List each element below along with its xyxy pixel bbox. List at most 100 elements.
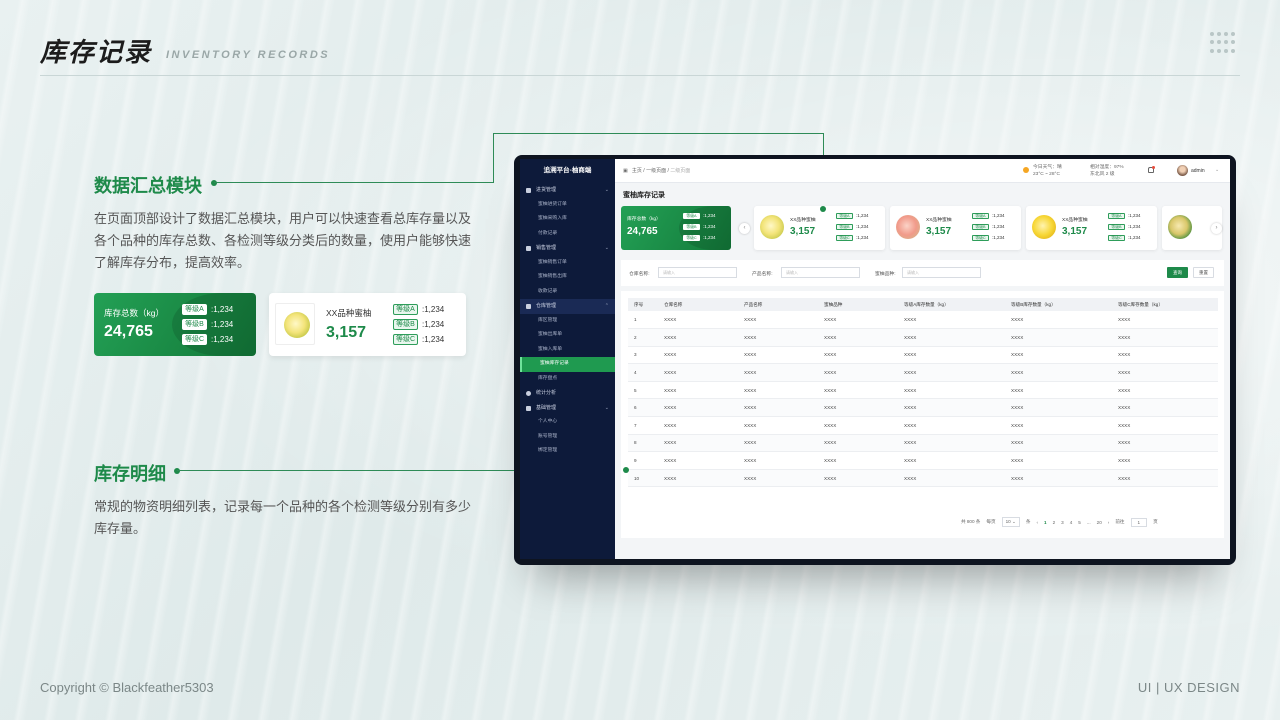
table-cell: XXXX: [818, 434, 898, 453]
product-input[interactable]: 请输入: [781, 267, 860, 278]
page-size-select[interactable]: 10 ⌄: [1001, 517, 1020, 527]
table-row[interactable]: 6 XXXX XXXX XXXX XXXX XXXX XXXX: [628, 398, 1218, 418]
table-cell: 4: [628, 363, 658, 382]
table-cell: XXXX: [898, 451, 1005, 470]
sun-icon: [1023, 167, 1029, 173]
query-button[interactable]: 查询: [1167, 267, 1188, 278]
sidebar-item[interactable]: 收款记录: [520, 285, 615, 300]
sidebar-item[interactable]: 付款记录: [520, 227, 615, 242]
summary-connector: [214, 182, 493, 183]
sidebar-item[interactable]: 蜜柚出库单: [520, 328, 615, 343]
grade-a-tag: 等级A: [182, 304, 207, 315]
table-row[interactable]: 1 XXXX XXXX XXXX XXXX XXXX XXXX: [628, 311, 1218, 330]
copyright: Copyright © Blackfeather5303: [40, 680, 214, 695]
chevron-down-icon[interactable]: ⌄: [1215, 167, 1219, 173]
pagination: 共 800 条 每页 10 ⌄ 条 ‹ 1 2 3 4 5 ... 20 › 前…: [961, 517, 1164, 527]
table-row[interactable]: 9 XXXX XXXX XXXX XXXX XXXX XXXX: [628, 451, 1218, 470]
table-cell: XXXX: [818, 363, 898, 382]
sidebar-group-purchase[interactable]: 进货管理 ⌄: [520, 183, 615, 198]
sales-icon: [526, 246, 531, 251]
sidebar-item[interactable]: 蜜柚进货订单: [520, 198, 615, 213]
goto-page-input[interactable]: 1: [1130, 517, 1148, 527]
page-number[interactable]: 3: [1061, 520, 1064, 525]
table-cell: 8: [628, 434, 658, 453]
summary-anchor-dot: [820, 206, 826, 212]
table-header-row: 序号 仓库名称 产品名称 蜜柚品种 等级A库存数量（kg） 等级B库存数量（kg…: [628, 298, 1218, 311]
table-cell: XXXX: [1005, 311, 1112, 330]
grade-c-value: :1,234: [211, 335, 234, 344]
table-cell: XXXX: [898, 363, 1005, 382]
table-row[interactable]: 10 XXXX XXXX XXXX XXXX XXXX XXXX: [628, 469, 1218, 488]
sidebar-group-sales[interactable]: 销售管理 ⌄: [520, 241, 615, 256]
topbar: ▣ 主页 / 一级页面 / 二级页面 今日天气：晴 23°C ~ 28°C 相对…: [615, 159, 1230, 183]
table-cell: XXXX: [1112, 363, 1218, 382]
mini-product-card: XX品种蜜柚 3,157 等级A :1,234 等级B :1,234 等级C :…: [754, 206, 885, 250]
table-cell: XXXX: [1005, 381, 1112, 400]
user-name[interactable]: admin: [1191, 168, 1205, 174]
table-cell: XXXX: [658, 451, 738, 470]
search-panel: 仓库名称: 请输入 产品名称: 请输入 蜜柚品种: 请输入 查询 重置: [621, 260, 1224, 286]
grade-a-value: :1,234: [422, 305, 445, 314]
table-cell: XXXX: [898, 398, 1005, 418]
reset-button[interactable]: 重置: [1193, 267, 1214, 278]
table-row[interactable]: 4 XXXX XXXX XXXX XXXX XXXX XXXX: [628, 363, 1218, 382]
table-cell: 5: [628, 381, 658, 400]
page-number[interactable]: 2: [1053, 520, 1056, 525]
table-cell: XXXX: [1005, 328, 1112, 347]
sidebar-item-active[interactable]: 蜜柚库存记录: [520, 357, 615, 372]
chevron-left-icon[interactable]: ‹: [739, 223, 750, 234]
prev-page-icon[interactable]: ‹: [1036, 520, 1038, 525]
sidebar-group-stats[interactable]: 统计分析: [520, 386, 615, 401]
variety-input[interactable]: 请输入: [902, 267, 981, 278]
sidebar-item[interactable]: 蜜柚采购入库: [520, 212, 615, 227]
sidebar-item[interactable]: 蜜柚入库单: [520, 343, 615, 358]
sidebar-item[interactable]: 蜜柚销售出库: [520, 270, 615, 285]
sidebar-item[interactable]: 库存盘点: [520, 372, 615, 387]
breadcrumb: ▣ 主页 / 一级页面 / 二级页面: [623, 168, 691, 174]
breadcrumb-item[interactable]: 主页: [632, 168, 642, 174]
table-cell: XXXX: [658, 434, 738, 453]
sidebar-group-warehouse[interactable]: 仓库管理 ⌃: [520, 299, 615, 314]
total-stock-value: 24,765: [104, 323, 153, 340]
table-row[interactable]: 8 XXXX XXXX XXXX XXXX XXXX XXXX: [628, 434, 1218, 453]
next-page-icon[interactable]: ›: [1108, 520, 1110, 525]
table-cell: XXXX: [1005, 469, 1112, 488]
table-cell: 9: [628, 451, 658, 470]
grade-c-tag: 等级C: [182, 334, 207, 345]
page-number[interactable]: 1: [1044, 520, 1047, 525]
table-cell: XXXX: [658, 469, 738, 488]
table-cell: XXXX: [898, 328, 1005, 347]
summary-description: 在页面顶部设计了数据汇总模块，用户可以快速查看总库存量以及各个品种的库存总数、各…: [94, 211, 472, 270]
mini-total-label: 库存总数（kg）: [627, 217, 661, 222]
table-row[interactable]: 3 XXXX XXXX XXXX XXXX XXXX XXXX: [628, 346, 1218, 365]
table-cell: XXXX: [898, 311, 1005, 330]
page-number[interactable]: 20: [1097, 520, 1102, 525]
device-frame: 追溯平台-柚商端 进货管理 ⌄ 蜜柚进货订单 蜜柚采购入库 付款记录 销售管理 ⌄ …: [514, 155, 1236, 565]
sidebar-item[interactable]: 账号管理: [520, 430, 615, 445]
settings-icon: [526, 405, 531, 411]
breadcrumb-item[interactable]: 一级页面: [646, 168, 666, 174]
avatar[interactable]: [1177, 165, 1188, 176]
table-row[interactable]: 2 XXXX XXXX XXXX XXXX XXXX XXXX: [628, 328, 1218, 347]
sidebar-group-basic[interactable]: 基础管理 ⌄: [520, 401, 615, 416]
table-cell: XXXX: [1112, 328, 1218, 347]
table-cell: XXXX: [1005, 346, 1112, 365]
page-number[interactable]: 4: [1070, 520, 1073, 525]
table-cell: XXXX: [898, 416, 1005, 435]
table-row[interactable]: 7 XXXX XXXX XXXX XXXX XXXX XXXX: [628, 416, 1218, 435]
grade-b-tag: 等级B: [182, 319, 207, 330]
sidebar-brand: 追溯平台-柚商端: [543, 167, 592, 174]
sidebar-item[interactable]: 蜜柚销售订单: [520, 256, 615, 271]
mini-product-card: XX品种蜜柚 3,157 等级A :1,234 等级B :1,234 等级C :…: [890, 206, 1021, 250]
chevron-right-icon[interactable]: ›: [1211, 223, 1222, 234]
pomelo-icon: [284, 312, 310, 338]
table-cell: XXXX: [1112, 311, 1218, 330]
sidebar-item[interactable]: 绑定管理: [520, 444, 615, 459]
table-row[interactable]: 5 XXXX XXXX XXXX XXXX XXXX XXXX: [628, 381, 1218, 400]
table-cell: XXXX: [738, 434, 818, 453]
warehouse-input[interactable]: 请输入: [658, 267, 737, 278]
page-number[interactable]: 5: [1078, 520, 1081, 525]
sidebar-item[interactable]: 库区管理: [520, 314, 615, 329]
sidebar-item[interactable]: 个人中心: [520, 415, 615, 430]
bell-icon[interactable]: [1148, 166, 1155, 173]
